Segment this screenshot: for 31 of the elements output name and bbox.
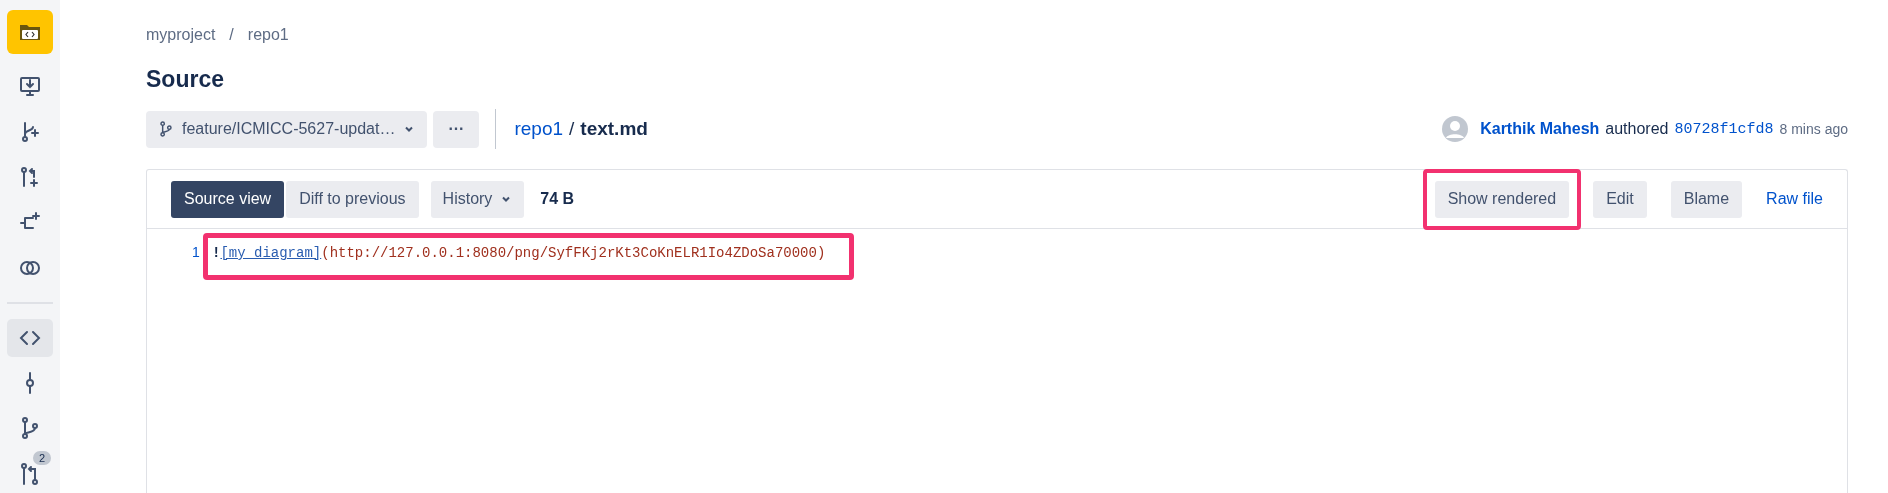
branch-icon [158, 121, 174, 137]
app-logo-icon[interactable] [7, 10, 53, 55]
breadcrumb-link[interactable]: repo1 [247, 26, 289, 44]
authored-label: authored [1605, 120, 1669, 138]
history-dropdown[interactable]: History [430, 180, 525, 218]
code-link-text: [my_diagram] [220, 245, 322, 261]
line-number: 1 [192, 244, 201, 260]
count-badge: 2 [32, 450, 51, 465]
avatar-icon [1442, 116, 1469, 142]
edit-button[interactable]: Edit [1593, 180, 1647, 218]
view-tab[interactable]: Source view [171, 180, 285, 218]
path-separator: / [569, 118, 575, 140]
raw-file-link[interactable]: Raw file [1766, 190, 1823, 207]
file-name: text.md [580, 118, 648, 140]
file-size: 74 B [540, 190, 575, 208]
code-url: (http://127.0.0.1:8080/png/SyfFKj2rKt3CoKnELR1Io4ZDoSa70000) [321, 245, 826, 261]
action-button[interactable]: Blame [1670, 180, 1743, 218]
more-button[interactable]: ··· [433, 110, 480, 148]
download-icon [18, 74, 42, 99]
action-button[interactable]: Show rendered [1434, 180, 1570, 218]
view-tab[interactable]: Diff to previous [286, 180, 419, 218]
author-link[interactable]: Karthik Mahesh [1480, 120, 1600, 138]
commit-time: 8 mins ago [1779, 121, 1848, 137]
breadcrumb-link[interactable]: myproject [146, 26, 216, 44]
sidebar-item[interactable] [7, 318, 53, 357]
page-title: Source [146, 66, 225, 93]
code-punctuation: ! [212, 245, 221, 261]
branch-selector[interactable]: feature/ICMICC-5627-updat… [146, 110, 428, 148]
commit-hash-link[interactable]: 80728f1cfd8 [1674, 120, 1774, 138]
repo-link[interactable]: repo1 [514, 118, 564, 140]
breadcrumb-separator: / [229, 26, 234, 44]
